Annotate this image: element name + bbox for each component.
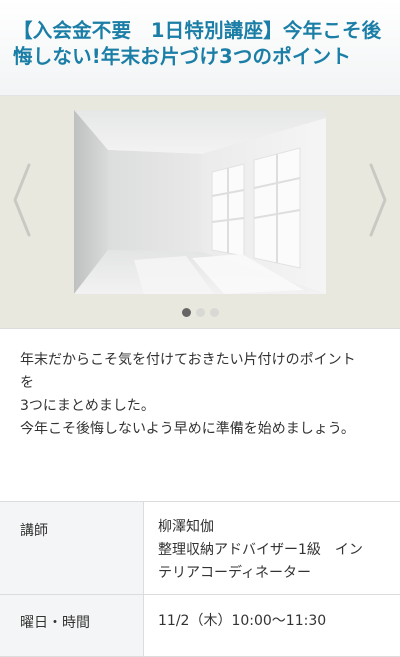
carousel-prev-button[interactable]	[6, 160, 36, 240]
page-title-line1: 【入会金不要 1日特別講座】今年こそ後	[13, 19, 382, 42]
description-line: を	[20, 375, 34, 391]
datetime-row: 曜日・時間 11/2（木）10:00～11:30	[0, 594, 400, 657]
room-photo	[74, 110, 326, 294]
instructor-row: 講師 柳澤知伽 整理収納アドバイザー1級 イン テリアコーディネーター	[0, 501, 400, 594]
carousel-dot-2[interactable]	[195, 308, 205, 317]
carousel-next-button[interactable]	[364, 160, 394, 240]
carousel-slide-image	[74, 110, 326, 294]
course-description: 年末だからこそ気を付けておきたい片付けのポイント を 3つにまとめました。 今年…	[0, 328, 400, 501]
carousel-dot-1[interactable]	[181, 308, 191, 317]
image-carousel	[0, 96, 400, 328]
instructor-name: 柳澤知伽	[158, 519, 214, 535]
description-line: 3つにまとめました。	[20, 398, 155, 414]
instructor-title: テリアコーディネーター	[158, 565, 312, 581]
description-line: 年末だからこそ気を付けておきたい片付けのポイント	[20, 352, 356, 368]
carousel-dot-3[interactable]	[209, 308, 219, 317]
chevron-right-icon	[369, 163, 387, 237]
instructor-value: 柳澤知伽 整理収納アドバイザー1級 イン テリアコーディネーター	[143, 502, 400, 594]
instructor-title: 整理収納アドバイザー1級 イン	[158, 542, 363, 558]
course-details-table: 講師 柳澤知伽 整理収納アドバイザー1級 イン テリアコーディネーター 曜日・時…	[0, 501, 400, 657]
instructor-label: 講師	[0, 502, 143, 594]
datetime-value: 11/2（木）10:00～11:30	[143, 595, 400, 656]
carousel-pagination	[0, 308, 400, 318]
page-title-line2: 悔しない!年末お片づけ3つのポイント	[13, 45, 352, 68]
page-title: 【入会金不要 1日特別講座】今年こそ後 悔しない!年末お片づけ3つのポイント	[13, 18, 388, 70]
chevron-left-icon	[13, 163, 31, 237]
datetime-label: 曜日・時間	[0, 595, 143, 656]
description-line: 今年こそ後悔しないよう早めに準備を始めましょう。	[20, 421, 355, 437]
page-header: 【入会金不要 1日特別講座】今年こそ後 悔しない!年末お片づけ3つのポイント	[0, 0, 400, 96]
